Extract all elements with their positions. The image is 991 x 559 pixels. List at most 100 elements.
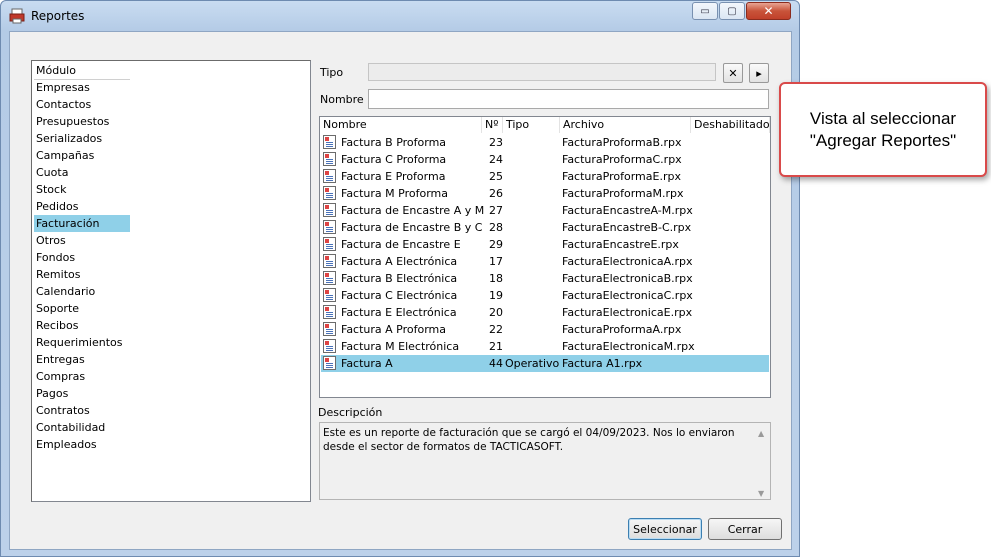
report-file-icon [323, 356, 336, 370]
cell-archivo: FacturaEncastreB-C.rpx [562, 221, 692, 234]
report-row[interactable]: Factura C Proforma 24 FacturaProformaC.rpx [321, 151, 769, 168]
module-item[interactable]: Soporte [34, 300, 130, 317]
module-item[interactable]: Pedidos [34, 198, 130, 215]
report-row[interactable]: Factura A Proforma 22 FacturaProformaA.rpx [321, 321, 769, 338]
cell-nombre: Factura B Proforma [341, 136, 447, 149]
module-item[interactable]: Empleados [34, 436, 130, 453]
module-item[interactable]: Contabilidad [34, 419, 130, 436]
column-header-tipo[interactable]: Tipo [503, 117, 560, 133]
descripcion-label: Descripción [318, 406, 383, 419]
minimize-button[interactable]: ▭ [692, 2, 718, 20]
cell-numero: 28 [489, 221, 503, 234]
cell-numero: 17 [489, 255, 503, 268]
report-file-icon [323, 135, 336, 149]
descripcion-textarea[interactable]: Este es un reporte de facturación que se… [319, 422, 771, 500]
report-file-icon [323, 271, 336, 285]
module-item[interactable]: Fondos [34, 249, 130, 266]
report-row[interactable]: Factura M Proforma 26 FacturaProformaM.rpx [321, 185, 769, 202]
module-item[interactable]: Campañas [34, 147, 130, 164]
cell-numero: 44 [489, 357, 503, 370]
cell-archivo: FacturaElectronicaA.rpx [562, 255, 693, 268]
report-file-icon [323, 339, 336, 353]
nombre-input[interactable] [368, 89, 769, 109]
report-row[interactable]: Factura de Encastre B y C 28 FacturaEncast… [321, 219, 769, 236]
tipo-field[interactable] [368, 63, 716, 81]
module-item[interactable]: Compras [34, 368, 130, 385]
next-tipo-button[interactable]: ▸ [749, 63, 769, 83]
module-item[interactable]: Facturación [34, 215, 130, 232]
app-icon [9, 8, 25, 24]
dialog-client-area: Módulo Empresas Contactos Presupuestos Seri… [9, 31, 792, 550]
report-row[interactable]: Factura E Proforma 25 FacturaProformaE.rpx [321, 168, 769, 185]
column-header-nombre[interactable]: Nombre [320, 117, 482, 133]
maximize-button[interactable]: ▢ [719, 2, 745, 20]
module-item[interactable]: Entregas [34, 351, 130, 368]
cell-numero: 24 [489, 153, 503, 166]
report-row[interactable]: Factura B Proforma 23 FacturaProformaB.rpx [321, 134, 769, 151]
cell-numero: 26 [489, 187, 503, 200]
arrow-right-icon: ▸ [756, 66, 762, 80]
cell-nombre: Factura M Electrónica [341, 340, 460, 353]
module-item[interactable]: Serializados [34, 130, 130, 147]
maximize-icon: ▢ [727, 5, 737, 17]
clear-icon: ✕ [728, 66, 738, 80]
cell-nombre: Factura E Proforma [341, 170, 446, 183]
report-row[interactable]: Factura E Electrónica 20 FacturaElectronic… [321, 304, 769, 321]
scroll-up-icon[interactable]: ▲ [758, 427, 764, 441]
module-item[interactable]: Remitos [34, 266, 130, 283]
close-window-button[interactable]: ✕ [746, 2, 791, 20]
descripcion-scrollbar[interactable]: ▲ ▼ [754, 423, 770, 499]
cell-archivo: FacturaEncastreE.rpx [562, 238, 679, 251]
cell-archivo: FacturaProformaE.rpx [562, 170, 681, 183]
cell-nombre: Factura B Electrónica [341, 272, 458, 285]
cell-archivo: FacturaElectronicaE.rpx [562, 306, 693, 319]
column-header-archivo[interactable]: Archivo [560, 117, 691, 133]
scroll-down-icon[interactable]: ▼ [758, 487, 764, 501]
module-item[interactable]: Requerimientos [34, 334, 130, 351]
cell-tipo: Operativo [505, 357, 560, 370]
descripcion-text: Este es un reporte de facturación que se… [323, 427, 735, 453]
report-row[interactable]: Factura A 44 Operativo Factura A1.rpx [321, 355, 769, 372]
cell-archivo: Factura A1.rpx [562, 357, 643, 370]
seleccionar-button[interactable]: Seleccionar [628, 518, 702, 540]
cell-archivo: FacturaElectronicaM.rpx [562, 340, 695, 353]
clear-tipo-button[interactable]: ✕ [723, 63, 743, 83]
module-item[interactable]: Empresas [34, 79, 130, 96]
report-row[interactable]: Factura A Electrónica 17 FacturaElectronic… [321, 253, 769, 270]
report-file-icon [323, 169, 336, 183]
cell-numero: 22 [489, 323, 503, 336]
module-item[interactable]: Calendario [34, 283, 130, 300]
cerrar-button[interactable]: Cerrar [708, 518, 782, 540]
cell-nombre: Factura C Proforma [341, 153, 447, 166]
title-bar[interactable]: Reportes ▭ ▢ ✕ [1, 1, 801, 31]
report-row[interactable]: Factura B Electrónica 18 FacturaElectronic… [321, 270, 769, 287]
cell-numero: 18 [489, 272, 503, 285]
module-item[interactable]: Contactos [34, 96, 130, 113]
cell-numero: 19 [489, 289, 503, 302]
report-list[interactable]: Nombre Nº Tipo Archivo Deshabilitado Fac… [319, 116, 771, 398]
report-row[interactable]: Factura M Electrónica 21 FacturaElectronic… [321, 338, 769, 355]
cell-numero: 27 [489, 204, 503, 217]
report-row[interactable]: Factura de Encastre A y M 27 FacturaEncast… [321, 202, 769, 219]
cell-nombre: Factura A [341, 357, 393, 370]
module-list[interactable]: Módulo Empresas Contactos Presupuestos Seri… [31, 60, 311, 502]
cell-archivo: FacturaProformaC.rpx [562, 153, 682, 166]
report-row[interactable]: Factura de Encastre E 29 FacturaEncastreE.… [321, 236, 769, 253]
cell-archivo: FacturaProformaB.rpx [562, 136, 682, 149]
module-item[interactable]: Stock [34, 181, 130, 198]
module-item[interactable]: Contratos [34, 402, 130, 419]
annotation-callout: Vista al seleccionar "Agregar Reportes" [779, 82, 987, 177]
cell-archivo: FacturaEncastreA-M.rpx [562, 204, 693, 217]
cell-archivo: FacturaProformaA.rpx [562, 323, 682, 336]
cell-archivo: FacturaProformaM.rpx [562, 187, 684, 200]
module-item[interactable]: Otros [34, 232, 130, 249]
report-file-icon [323, 305, 336, 319]
report-row[interactable]: Factura C Electrónica 19 FacturaElectronic… [321, 287, 769, 304]
module-item[interactable]: Presupuestos [34, 113, 130, 130]
column-header-deshabilitado[interactable]: Deshabilitado [691, 117, 770, 133]
report-file-icon [323, 254, 336, 268]
module-item[interactable]: Recibos [34, 317, 130, 334]
module-item[interactable]: Cuota [34, 164, 130, 181]
module-item[interactable]: Pagos [34, 385, 130, 402]
column-header-numero[interactable]: Nº [482, 117, 503, 133]
